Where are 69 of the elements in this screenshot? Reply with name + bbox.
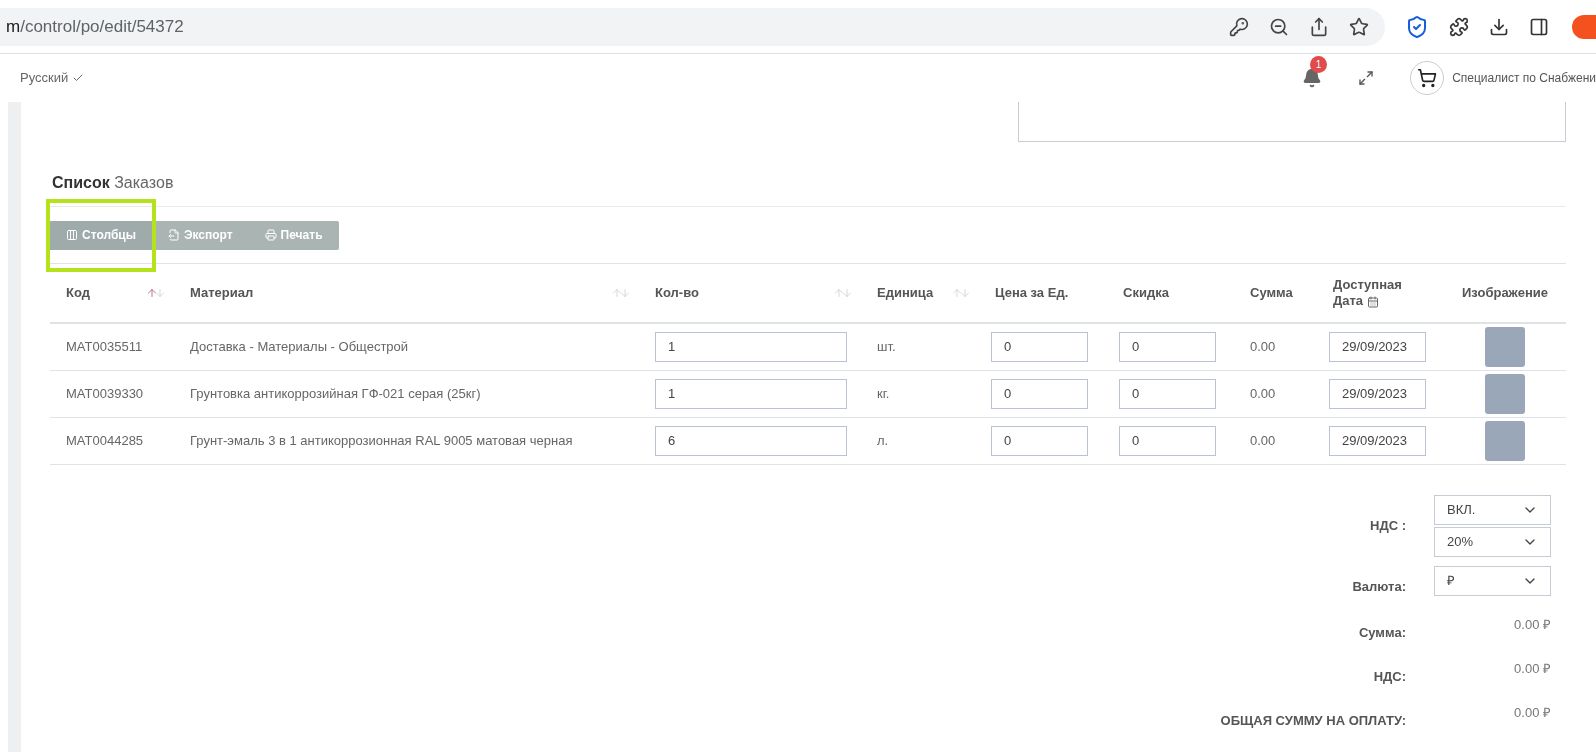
file-arrow-icon [167, 229, 180, 241]
zoom-out-icon[interactable] [1269, 16, 1289, 37]
printer-icon [264, 229, 277, 241]
section-title: Список Заказов [51, 172, 174, 193]
date-field[interactable]: 29/09/2023 [1329, 379, 1426, 409]
column-header[interactable]: Материал [190, 283, 254, 303]
user-name[interactable]: Специалист по Снабжени [1452, 69, 1596, 87]
table-cell: шт. [877, 339, 896, 355]
url-host: m [6, 15, 21, 38]
date-field[interactable]: 29/09/2023 [1329, 426, 1426, 456]
table-cell: кг. [877, 386, 890, 402]
download-icon[interactable] [1489, 16, 1509, 37]
table-cell: MAT0044285 [66, 433, 144, 449]
language-selector[interactable]: Русский [20, 68, 85, 88]
total-value: 0.00 ₽ [1513, 703, 1551, 722]
table-cell: 0.00 [1250, 386, 1276, 402]
vat-rate-select[interactable]: 20% [1434, 527, 1551, 557]
share-icon[interactable] [1309, 16, 1329, 37]
total-label: Сумма: [1358, 623, 1406, 642]
field-label: Валюта: [1352, 578, 1406, 596]
discount-field[interactable]: 0 [1119, 332, 1216, 362]
table-cell: Грунт-эмаль 3 в 1 антикоррозионная RAL 9005 матовая черная [190, 433, 573, 449]
currency-select[interactable]: ₽ [1434, 565, 1551, 596]
notification-badge: 1 [1310, 56, 1328, 73]
shield-icon[interactable] [1405, 14, 1429, 39]
quantity-field[interactable]: 6 [655, 426, 847, 456]
column-header[interactable]: Сумма [1250, 283, 1293, 303]
table-cell: MAT0039330 [66, 386, 144, 402]
url-path: /control/po/edit/54372 [20, 15, 184, 38]
vat-mode-select[interactable]: ВКЛ. [1434, 495, 1551, 525]
photo-placeholder [1485, 327, 1525, 367]
puzzle-icon[interactable] [1449, 16, 1469, 37]
profile-avatar[interactable] [1572, 14, 1596, 39]
total-label: НДС: [1373, 667, 1406, 686]
photo-placeholder [1485, 374, 1525, 414]
total-value: 0.00 ₽ [1513, 659, 1551, 678]
price-field[interactable]: 0 [991, 426, 1088, 456]
photo-placeholder [1485, 421, 1525, 461]
key-icon[interactable] [1229, 16, 1249, 37]
quantity-field[interactable]: 1 [655, 379, 847, 409]
total-value: 0.00 ₽ [1513, 615, 1551, 634]
table-cell: 0.00 [1250, 339, 1276, 355]
total-label: ОБЩАЯ СУММУ НА ОПЛАТУ: [1220, 711, 1406, 730]
date-field[interactable]: 29/09/2023 [1329, 332, 1426, 362]
column-header[interactable]: Цена за Ед. [995, 284, 1075, 302]
field-label: НДС : [1370, 517, 1406, 536]
address-bar[interactable]: m/control/po/edit/54372 [0, 7, 1385, 46]
price-field[interactable]: 0 [991, 379, 1088, 409]
column-header[interactable]: Доступная Дата [1333, 276, 1413, 310]
star-icon[interactable] [1349, 16, 1369, 37]
check-icon [72, 72, 85, 84]
table-cell: л. [877, 433, 889, 449]
bell-icon[interactable] [1302, 68, 1323, 88]
column-header[interactable]: Скидка [1123, 283, 1169, 303]
table-cell: 0.00 [1250, 433, 1276, 449]
discount-field[interactable]: 0 [1119, 426, 1216, 456]
discount-field[interactable]: 0 [1119, 379, 1216, 409]
column-header[interactable]: Единица [877, 283, 934, 303]
table-cell: Грунтовка антикоррозийная ГФ-021 серая (25кг) [190, 386, 481, 402]
price-field[interactable]: 0 [991, 332, 1088, 362]
column-header[interactable]: Код [66, 283, 90, 303]
table-cell: MAT0035511 [66, 339, 143, 355]
column-header[interactable]: Кол-во [655, 283, 699, 303]
columns-icon [66, 229, 78, 241]
expand-icon[interactable] [1358, 70, 1375, 86]
table-cell: Доставка - Материалы - Общестрой [190, 339, 409, 355]
side-panel-icon[interactable] [1529, 16, 1549, 37]
column-header[interactable]: Изображение [1462, 283, 1548, 303]
quantity-field[interactable]: 1 [655, 332, 847, 362]
